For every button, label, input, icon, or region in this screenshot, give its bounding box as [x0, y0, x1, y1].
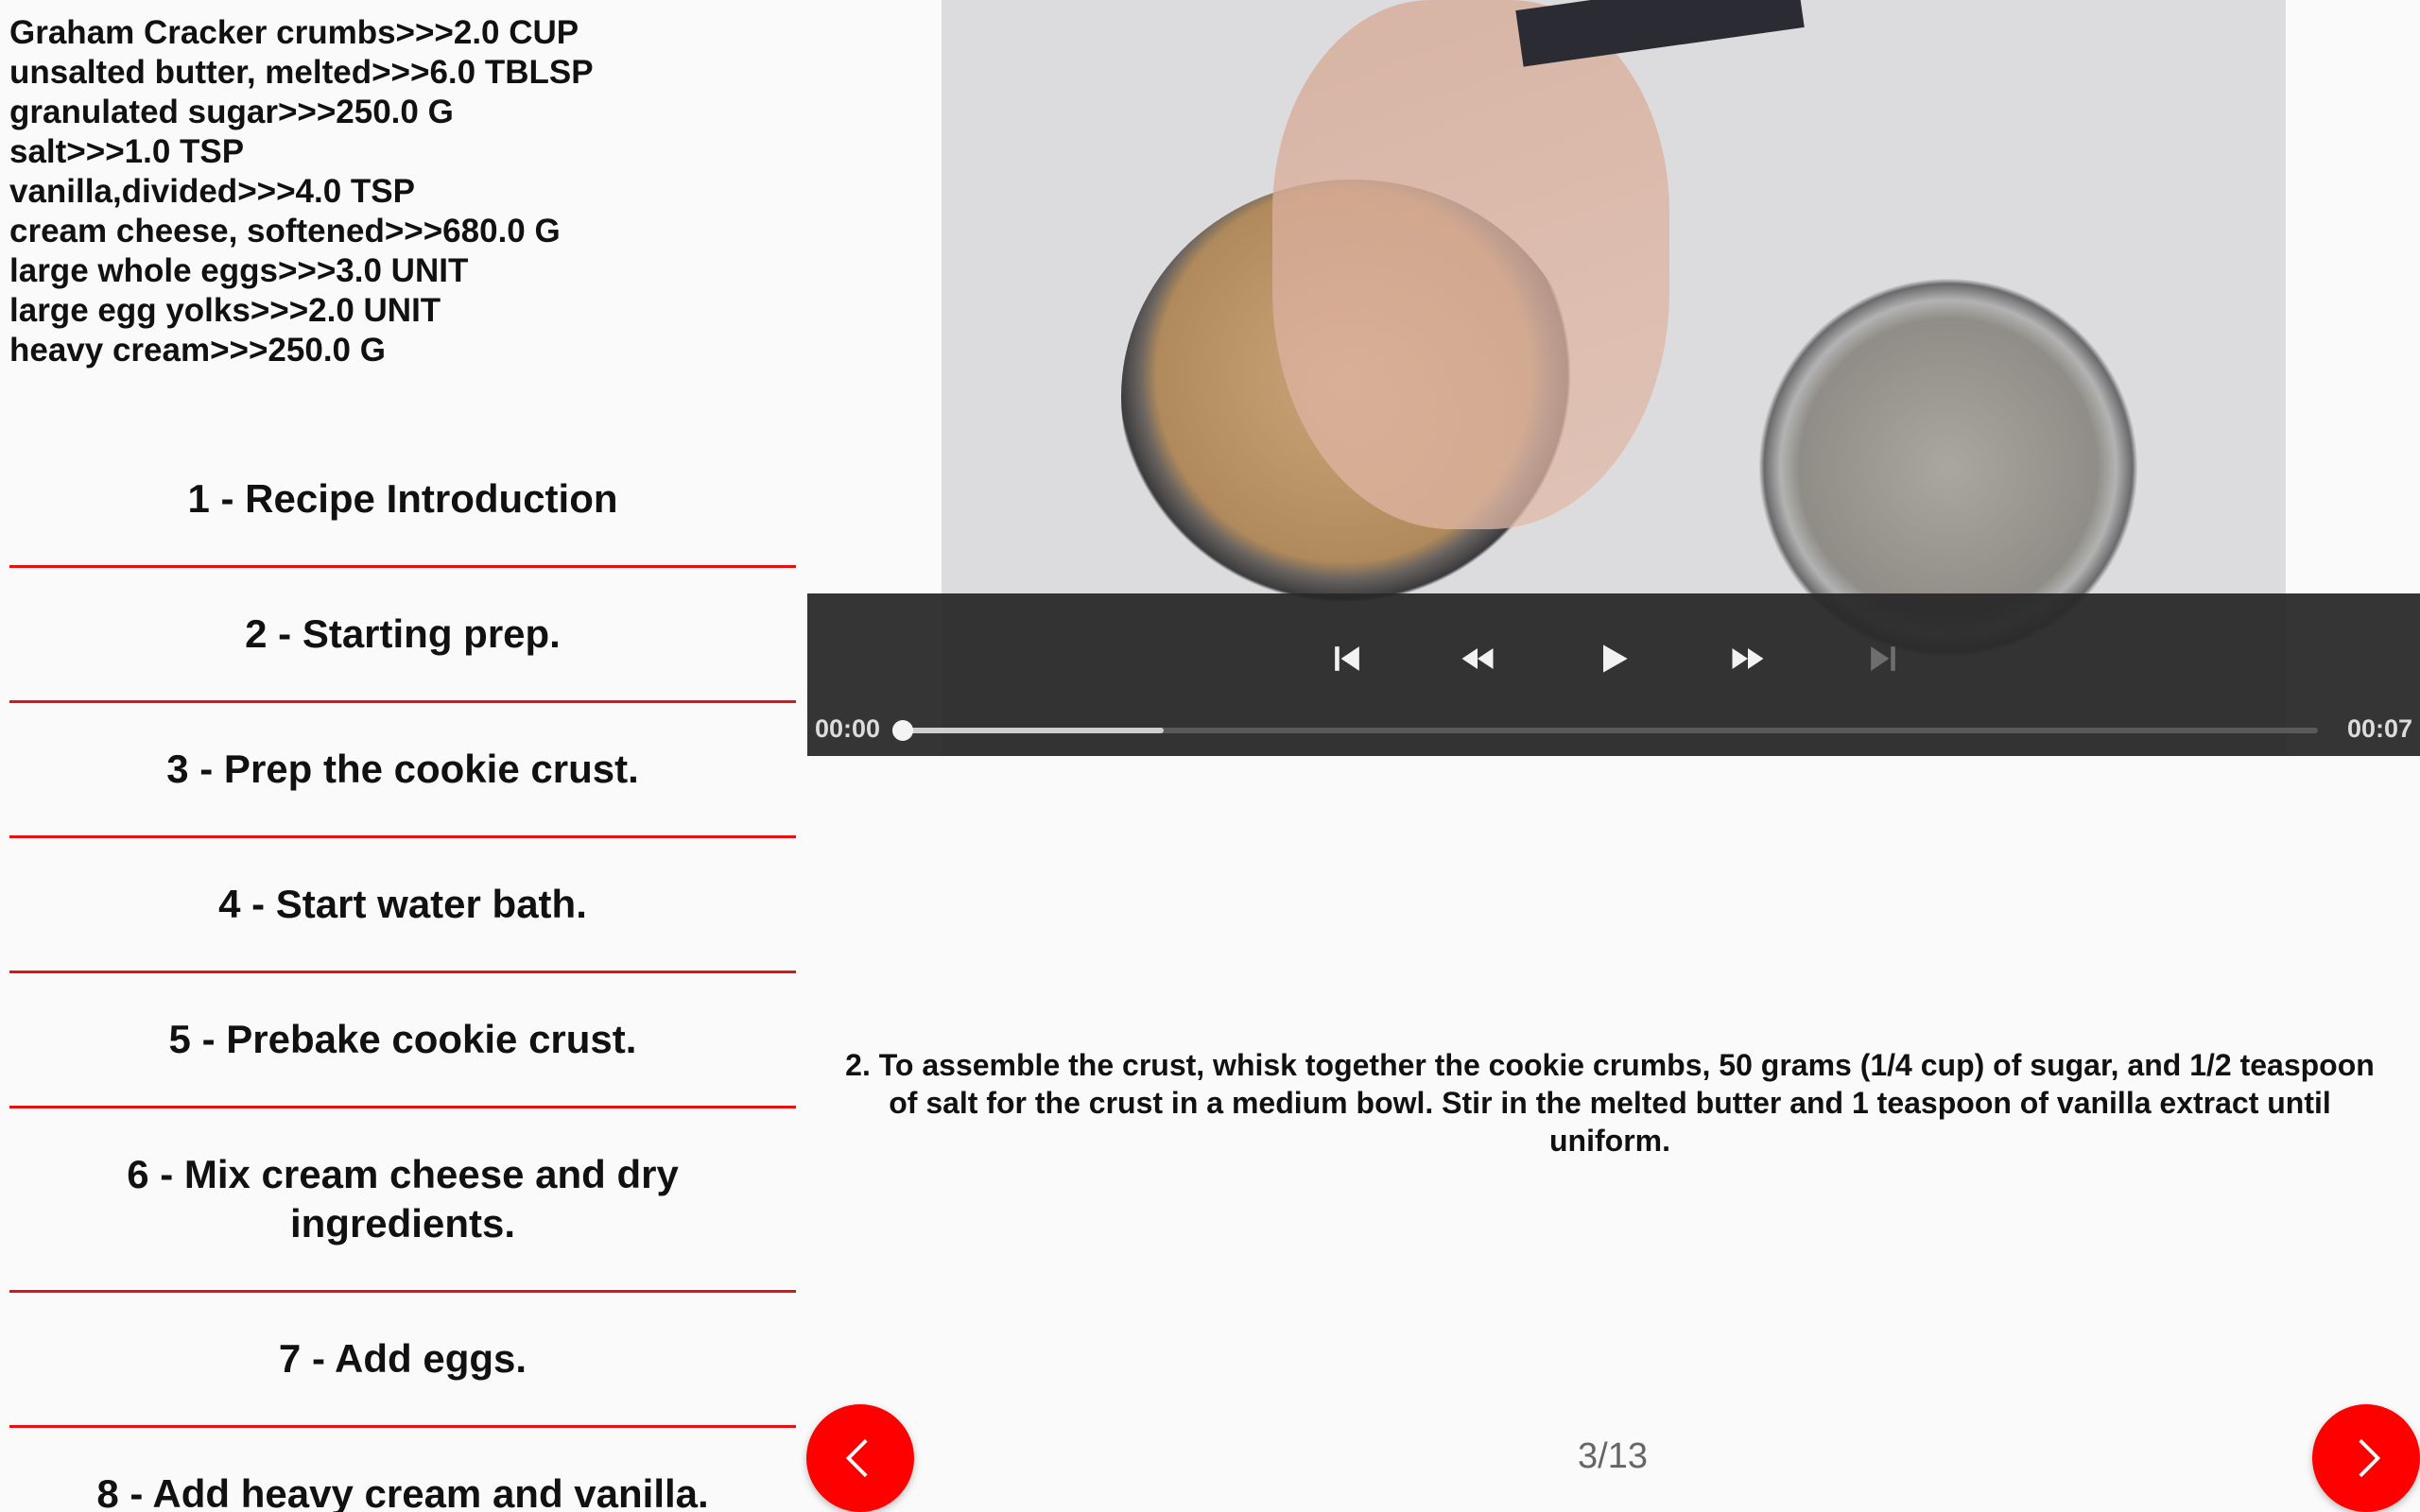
skip-previous-icon[interactable] — [1314, 626, 1380, 692]
step-item-7[interactable]: 7 - Add eggs. — [9, 1293, 796, 1428]
play-icon[interactable] — [1581, 626, 1647, 692]
video-player[interactable]: 00:00 00:07 — [807, 0, 2420, 756]
left-panel: Graham Cracker crumbs>>>2.0 CUP unsalted… — [0, 0, 804, 1512]
ingredient-item: large whole eggs>>>3.0 UNIT — [9, 252, 469, 289]
rewind-icon[interactable] — [1444, 626, 1511, 692]
fast-forward-icon[interactable] — [1715, 626, 1781, 692]
step-description: 2. To assemble the crust, whisk together… — [845, 1048, 2375, 1158]
step-item-8[interactable]: 8 - Add heavy cream and vanilla. — [9, 1428, 796, 1512]
ingredient-item: salt>>>1.0 TSP — [9, 133, 245, 170]
player-controls: 00:00 00:07 — [807, 593, 2420, 756]
ingredient-item: large egg yolks>>>2.0 UNIT — [9, 292, 441, 329]
total-time: 00:07 — [2346, 714, 2412, 743]
previous-step-button[interactable] — [806, 1404, 914, 1512]
chevron-left-icon — [845, 1438, 868, 1478]
chevron-right-icon — [2359, 1438, 2381, 1478]
step-item-1[interactable]: 1 - Recipe Introduction — [9, 433, 796, 568]
ingredient-item: granulated sugar>>>250.0 G — [9, 94, 454, 130]
step-item-3[interactable]: 3 - Prep the cookie crust. — [9, 703, 796, 838]
step-item-4[interactable]: 4 - Start water bath. — [9, 838, 796, 973]
step-item-6[interactable]: 6 - Mix cream cheese and dry ingredients… — [9, 1108, 796, 1293]
skip-next-icon[interactable] — [1850, 626, 1916, 692]
seek-buffer — [902, 728, 1165, 733]
page-indicator: 3/13 — [1578, 1436, 1648, 1476]
ingredient-item: unsalted butter, melted>>>6.0 TBLSP — [9, 54, 594, 91]
ingredient-item: heavy cream>>>250.0 G — [9, 332, 386, 369]
step-item-5[interactable]: 5 - Prebake cookie crust. — [9, 973, 796, 1108]
ingredient-item: vanilla,divided>>>4.0 TSP — [9, 173, 415, 210]
seek-thumb[interactable] — [892, 720, 913, 741]
sleeve-image — [1515, 0, 1805, 67]
next-step-button[interactable] — [2312, 1404, 2420, 1512]
ingredient-item: Graham Cracker crumbs>>>2.0 CUP — [9, 14, 579, 51]
step-list: 1 - Recipe Introduction 2 - Starting pre… — [9, 433, 796, 1512]
current-time: 00:00 — [815, 714, 881, 743]
ingredient-item: cream cheese, softened>>>680.0 G — [9, 213, 561, 249]
step-item-2[interactable]: 2 - Starting prep. — [9, 568, 796, 703]
hands-image — [1272, 0, 1669, 529]
seek-bar[interactable] — [892, 720, 2318, 741]
ingredient-list: Graham Cracker crumbs>>>2.0 CUP unsalted… — [9, 13, 794, 370]
